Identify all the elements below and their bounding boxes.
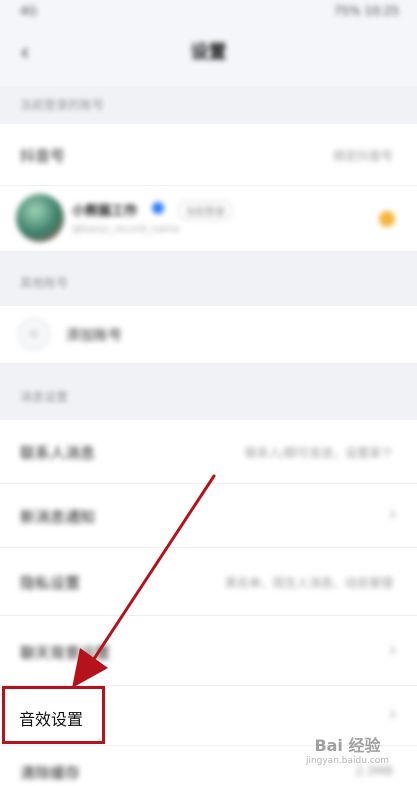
contacts-row[interactable]: 联系人消息 联系人/群可发送，设置某个 <box>0 420 417 484</box>
signal-text: 4G <box>20 4 37 18</box>
contacts-value: 联系人/群可发送，设置某个 <box>244 446 393 460</box>
baidu-watermark: Bai 经验 jingyan.baidu.com <box>306 732 389 766</box>
privacy-row[interactable]: 隐私设置 黑名单、陌生人消息、动态管理 <box>0 548 417 616</box>
status-bar: 4G 75% 10:25 <box>0 0 417 24</box>
chat-bg-label: 聊天背景设置 <box>20 644 111 662</box>
contacts-label: 联系人消息 <box>20 444 96 462</box>
privacy-value: 黑名单、陌生人消息、动态管理 <box>224 576 393 590</box>
account-tag: 当前登录 <box>178 201 232 220</box>
chevron-right-icon: › <box>388 502 397 527</box>
section-current-account: 当前登录的账号 <box>0 86 417 124</box>
section-other-accounts: 其他账号 <box>0 252 417 306</box>
badge-icon <box>379 211 395 227</box>
account-row[interactable]: 小熊猫工作 当前登录 @baoyi_record_name <box>0 186 417 252</box>
battery-time-text: 75% 10:25 <box>333 4 399 18</box>
plus-icon: + <box>18 318 50 350</box>
douyin-id-label: 抖音号 <box>20 147 66 165</box>
cache-label: 清除缓存 <box>20 764 81 782</box>
section-label: 消息设置 <box>20 390 69 404</box>
watermark-sub: jingyan.baidu.com <box>305 756 389 766</box>
section-label: 其他账号 <box>20 276 69 290</box>
avatar <box>16 194 64 242</box>
account-name: 小熊猫工作 <box>72 204 138 219</box>
section-label: 当前登录的账号 <box>20 98 105 112</box>
page-title: 设置 <box>190 42 227 63</box>
chevron-right-icon: › <box>388 702 397 727</box>
watermark-main: Bai 经验 <box>314 736 381 755</box>
cache-value: 2.3MB <box>355 764 393 778</box>
douyin-id-row[interactable]: 抖音号 绑定抖音号 <box>0 124 417 186</box>
section-message: 消息设置 <box>0 364 417 420</box>
add-account-row[interactable]: + 添加账号 <box>0 306 417 364</box>
new-message-label: 新消息通知 <box>20 508 96 526</box>
privacy-label: 隐私设置 <box>20 574 81 592</box>
chat-bg-row[interactable]: 聊天背景设置 › <box>0 616 417 686</box>
new-message-row[interactable]: 新消息通知 › <box>0 484 417 548</box>
audio-settings-label[interactable]: 音效设置 <box>19 706 83 730</box>
verified-icon <box>152 202 164 214</box>
chevron-right-icon: › <box>388 638 397 663</box>
account-subtitle: @baoyi_record_name <box>72 224 180 235</box>
add-account-label: 添加账号 <box>66 328 122 344</box>
nav-bar: ‹ 设置 <box>0 24 417 76</box>
douyin-id-value: 绑定抖音号 <box>332 149 393 163</box>
